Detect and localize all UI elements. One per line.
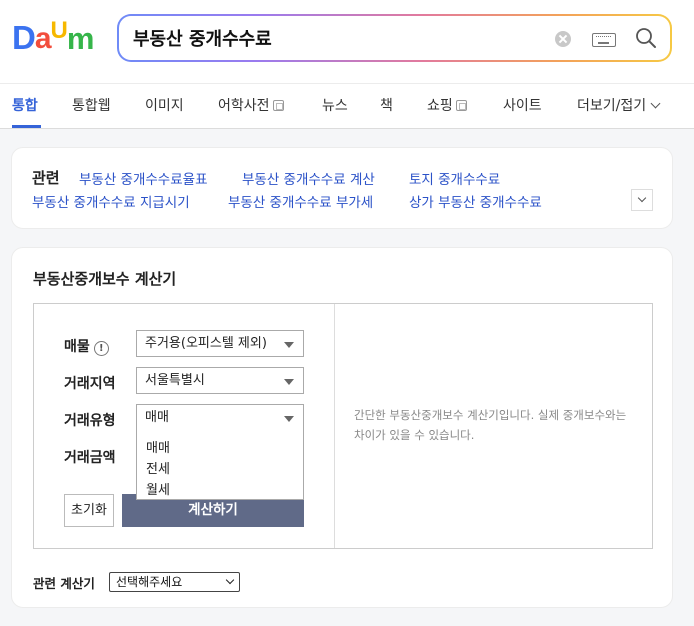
chevron-down-icon (650, 98, 661, 109)
brokerage-calculator: 부동산중개보수 계산기 매물! 주거용(오피스텔 제외) 거래지역 서울특별시 … (11, 247, 673, 608)
region-select[interactable]: 서울특별시 (136, 367, 304, 394)
related-link[interactable]: 토지 중개수수료 (409, 168, 500, 188)
tab-more[interactable]: 더보기/접기 (577, 97, 661, 117)
logo-letter-d: D (12, 19, 36, 56)
property-label: 매물! (64, 336, 109, 356)
related-link[interactable]: 부동산 중개수수료 계산 (242, 168, 375, 188)
daum-logo[interactable]: D a U m (12, 17, 95, 56)
info-icon[interactable]: ! (93, 341, 109, 356)
search-input[interactable] (133, 23, 533, 53)
tab-integrated[interactable]: 통합 (12, 97, 38, 117)
logo-letter-a: a (34, 22, 52, 55)
tab-site[interactable]: 사이트 (503, 97, 542, 117)
tab-dictionary[interactable]: 어학사전 (218, 97, 284, 117)
related-link[interactable]: 부동산 중개수수료율표 (79, 168, 208, 188)
type-select[interactable]: 매매 (136, 404, 304, 431)
type-label: 거래유형 (64, 413, 116, 429)
calculator-description: 간단한 부동산중개보수 계산기입니다. 실제 중개보수와는 차이가 있을 수 있… (354, 408, 627, 442)
tab-book[interactable]: 책 (380, 97, 393, 117)
region-label: 거래지역 (64, 376, 116, 392)
related-calculator-label: 관련 계산기 (33, 576, 95, 591)
tab-shopping[interactable]: 쇼핑 (427, 97, 467, 117)
keyboard-icon[interactable] (592, 33, 616, 47)
tab-dictionary-label: 어학사전 (218, 98, 270, 114)
search-icon[interactable] (635, 27, 657, 49)
tab-news[interactable]: 뉴스 (322, 97, 348, 117)
reset-button[interactable]: 초기화 (64, 494, 114, 527)
search-inner (119, 16, 670, 60)
dropdown-option[interactable]: 전세 (146, 458, 170, 477)
external-link-icon (455, 100, 467, 111)
related-searches: 관련 부동산 중개수수료율표 부동산 중개수수료 계산 토지 중개수수료 부동산… (11, 147, 673, 229)
amount-label: 거래금액 (64, 450, 116, 466)
search-box (117, 14, 672, 62)
calculator-title: 부동산중개보수 계산기 (33, 270, 177, 288)
header: D a U m (0, 0, 694, 83)
logo-letter-u: U (50, 17, 68, 44)
tab-image[interactable]: 이미지 (145, 97, 184, 117)
related-link[interactable]: 부동산 중개수수료 부가세 (228, 191, 373, 211)
tab-web[interactable]: 통합웹 (72, 97, 111, 117)
active-tab-indicator (12, 125, 41, 128)
search-tabs: 통합 통합웹 이미지 어학사전 뉴스 책 쇼핑 사이트 더보기/접기 (0, 83, 694, 129)
type-dropdown-list: 매매 전세 월세 (136, 430, 304, 500)
tab-shopping-label: 쇼핑 (427, 98, 453, 114)
related-link[interactable]: 부동산 중개수수료 지급시기 (32, 191, 190, 211)
related-title: 관련 (32, 169, 60, 187)
related-calculator-select[interactable]: 선택해주세요 (109, 572, 240, 592)
property-select[interactable]: 주거용(오피스텔 제외) (136, 330, 304, 357)
expand-related-button[interactable] (631, 189, 653, 211)
external-link-icon (272, 100, 284, 111)
panel-divider (334, 304, 335, 548)
tab-more-label: 더보기/접기 (577, 98, 647, 114)
dropdown-option[interactable]: 매매 (146, 437, 170, 456)
dropdown-option[interactable]: 월세 (146, 479, 170, 498)
property-label-text: 매물 (64, 339, 90, 355)
calculator-panel: 매물! 주거용(오피스텔 제외) 거래지역 서울특별시 거래유형 매매 거래금액… (33, 303, 653, 549)
related-link[interactable]: 상가 부동산 중개수수료 (409, 191, 542, 211)
logo-letter-m: m (66, 21, 95, 56)
clear-icon[interactable] (555, 31, 571, 47)
